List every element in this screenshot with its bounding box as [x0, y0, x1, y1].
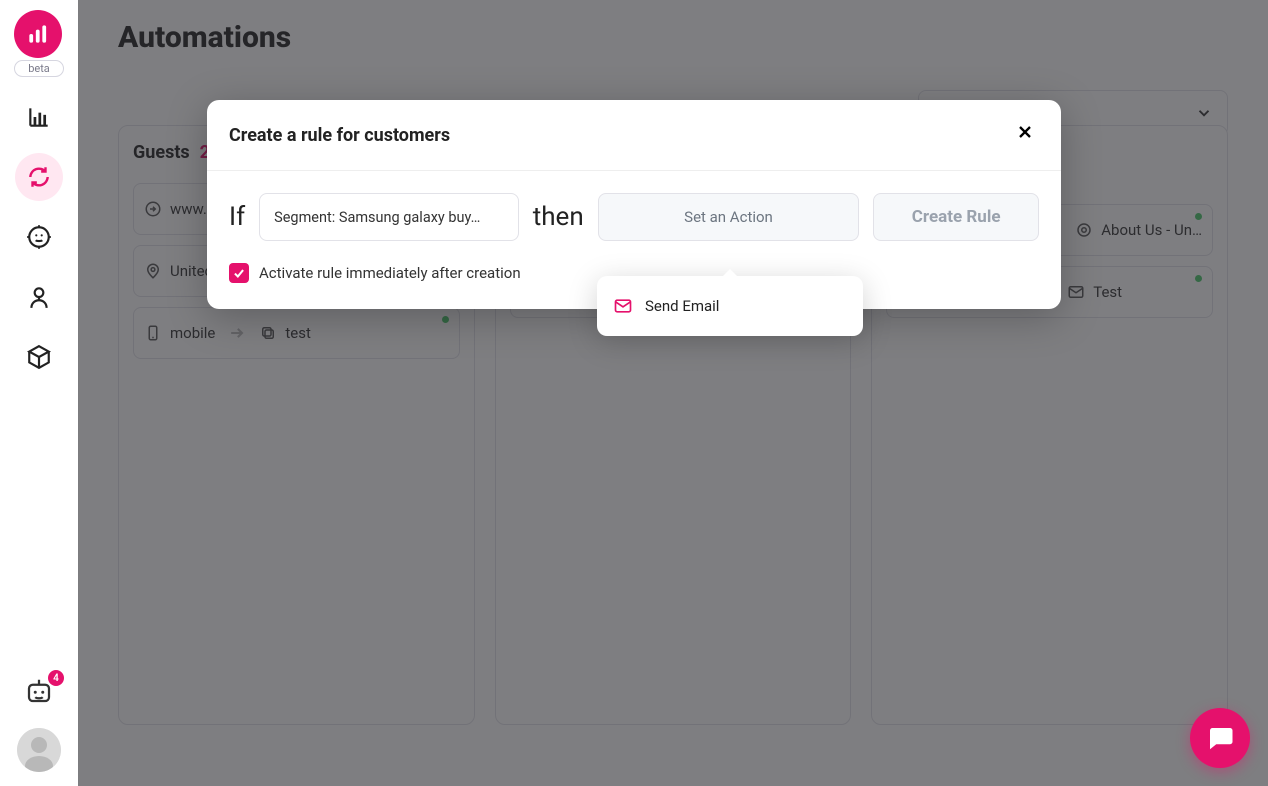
mail-icon — [613, 296, 633, 316]
nav-customers[interactable] — [15, 273, 63, 321]
logo-circle — [14, 10, 62, 58]
action-placeholder: Set an Action — [684, 208, 773, 226]
segment-value: Segment: Samsung galaxy buy… — [274, 209, 480, 226]
if-keyword: If — [229, 202, 245, 232]
bot-badge-count: 4 — [48, 670, 64, 686]
action-select[interactable]: Set an Action — [598, 193, 860, 241]
action-dropdown: Send Email — [597, 276, 863, 336]
rule-builder-row: If Segment: Samsung galaxy buy… then Set… — [229, 193, 1039, 241]
nav-analytics[interactable] — [15, 93, 63, 141]
activate-label: Activate rule immediately after creation — [259, 264, 521, 282]
nav-segments[interactable] — [15, 213, 63, 261]
sidebar: beta — [0, 0, 78, 786]
cube-icon — [26, 344, 52, 370]
nav-list — [15, 93, 63, 381]
then-keyword: then — [533, 202, 584, 232]
dropdown-item-send-email[interactable]: Send Email — [597, 282, 863, 330]
logo-bars-icon — [25, 21, 51, 47]
create-rule-label: Create Rule — [912, 207, 1001, 227]
modal-title: Create a rule for customers — [229, 125, 450, 146]
target-face-icon — [26, 224, 52, 250]
nav-products[interactable] — [15, 333, 63, 381]
beta-badge: beta — [14, 60, 64, 77]
create-rule-modal: Create a rule for customers If Segment: … — [207, 100, 1061, 309]
modal-body: If Segment: Samsung galaxy buy… then Set… — [207, 171, 1061, 309]
close-icon — [1015, 122, 1035, 142]
chat-fab[interactable] — [1190, 708, 1250, 768]
logo[interactable]: beta — [14, 10, 64, 77]
avatar-image — [17, 728, 61, 772]
create-rule-button[interactable]: Create Rule — [873, 193, 1039, 241]
chat-icon — [1205, 723, 1235, 753]
segment-select[interactable]: Segment: Samsung galaxy buy… — [259, 193, 519, 241]
sync-icon — [26, 164, 52, 190]
dropdown-item-label: Send Email — [645, 297, 719, 315]
bot-button[interactable]: 4 — [24, 676, 54, 710]
nav-automations[interactable] — [15, 153, 63, 201]
activate-checkbox[interactable] — [229, 263, 249, 283]
user-avatar[interactable] — [17, 728, 61, 772]
check-icon — [232, 266, 246, 280]
sidebar-bottom: 4 — [17, 676, 61, 772]
bar-chart-icon — [26, 104, 52, 130]
modal-header: Create a rule for customers — [207, 100, 1061, 171]
customer-icon — [26, 284, 52, 310]
modal-close-button[interactable] — [1011, 118, 1039, 152]
